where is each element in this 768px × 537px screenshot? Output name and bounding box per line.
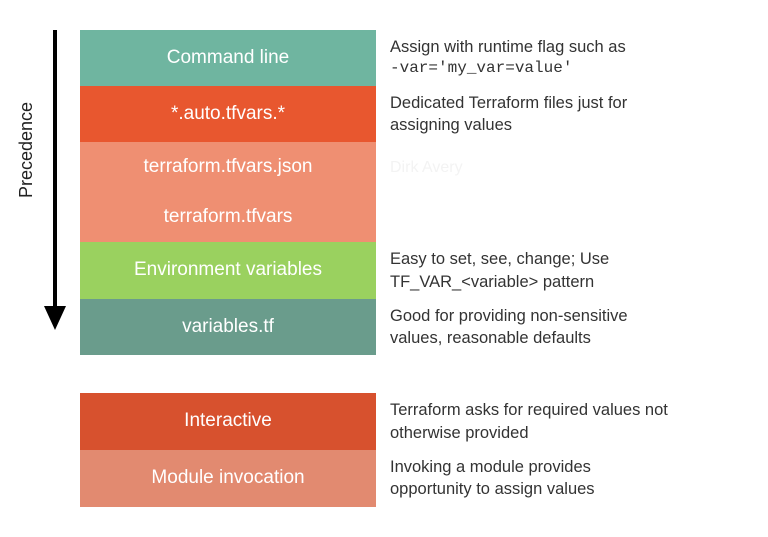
bar-module-invocation: Module invocation bbox=[80, 450, 376, 507]
desc-variables-tf: Good for providing non-sensitive values,… bbox=[376, 299, 748, 356]
bar-env-vars: Environment variables bbox=[80, 242, 376, 299]
bar-command-line: Command line bbox=[80, 30, 376, 86]
desc-line: Easy to set, see, change; Use bbox=[390, 248, 740, 270]
precedence-row: variables.tf Good for providing non-sens… bbox=[80, 299, 748, 356]
bar-variables-tf: variables.tf bbox=[80, 299, 376, 356]
precedence-row: terraform.tfvars.json Dirk Avery bbox=[80, 142, 748, 192]
desc-line: Good for providing non-sensitive bbox=[390, 305, 740, 327]
precedence-diagram: Precedence Command line Assign with runt… bbox=[20, 30, 748, 507]
desc-line: values, reasonable defaults bbox=[390, 327, 740, 349]
desc-line: opportunity to assign values bbox=[390, 478, 740, 500]
desc-line: Assign with runtime flag such as bbox=[390, 36, 740, 58]
desc-tfvars bbox=[376, 192, 748, 242]
desc-line: assigning values bbox=[390, 114, 740, 136]
other-row: Interactive Terraform asks for required … bbox=[80, 393, 748, 450]
desc-command-line: Assign with runtime flag such as -var='m… bbox=[376, 30, 748, 86]
desc-line: Invoking a module provides bbox=[390, 456, 740, 478]
desc-module-invocation: Invoking a module provides opportunity t… bbox=[376, 450, 748, 507]
desc-line: otherwise provided bbox=[390, 422, 740, 444]
other-row: Module invocation Invoking a module prov… bbox=[80, 450, 748, 507]
precedence-row: terraform.tfvars bbox=[80, 192, 748, 242]
bar-tfvars: terraform.tfvars bbox=[80, 192, 376, 242]
desc-tfvars-json: Dirk Avery bbox=[376, 142, 748, 192]
desc-interactive: Terraform asks for required values not o… bbox=[376, 393, 748, 450]
bar-interactive: Interactive bbox=[80, 393, 376, 450]
desc-line: TF_VAR_<variable> pattern bbox=[390, 271, 740, 293]
bar-auto-tfvars: *.auto.tfvars.* bbox=[80, 86, 376, 143]
content-column: Command line Assign with runtime flag su… bbox=[80, 30, 748, 507]
desc-env-vars: Easy to set, see, change; Use TF_VAR_<va… bbox=[376, 242, 748, 299]
precedence-row: Environment variables Easy to set, see, … bbox=[80, 242, 748, 299]
precedence-arrow bbox=[46, 30, 64, 330]
desc-line: Terraform asks for required values not bbox=[390, 399, 740, 421]
watermark-text: Dirk Avery bbox=[390, 157, 740, 179]
axis-label: Precedence bbox=[16, 102, 37, 198]
desc-code: -var='my_var=value' bbox=[390, 58, 740, 80]
arrow-head-icon bbox=[44, 306, 66, 330]
precedence-row: Command line Assign with runtime flag su… bbox=[80, 30, 748, 86]
bar-tfvars-json: terraform.tfvars.json bbox=[80, 142, 376, 192]
desc-line: Dedicated Terraform files just for bbox=[390, 92, 740, 114]
arrow-line bbox=[53, 30, 57, 310]
desc-auto-tfvars: Dedicated Terraform files just for assig… bbox=[376, 86, 748, 143]
precedence-row: *.auto.tfvars.* Dedicated Terraform file… bbox=[80, 86, 748, 143]
precedence-axis: Precedence bbox=[20, 30, 68, 330]
section-gap bbox=[80, 355, 748, 393]
